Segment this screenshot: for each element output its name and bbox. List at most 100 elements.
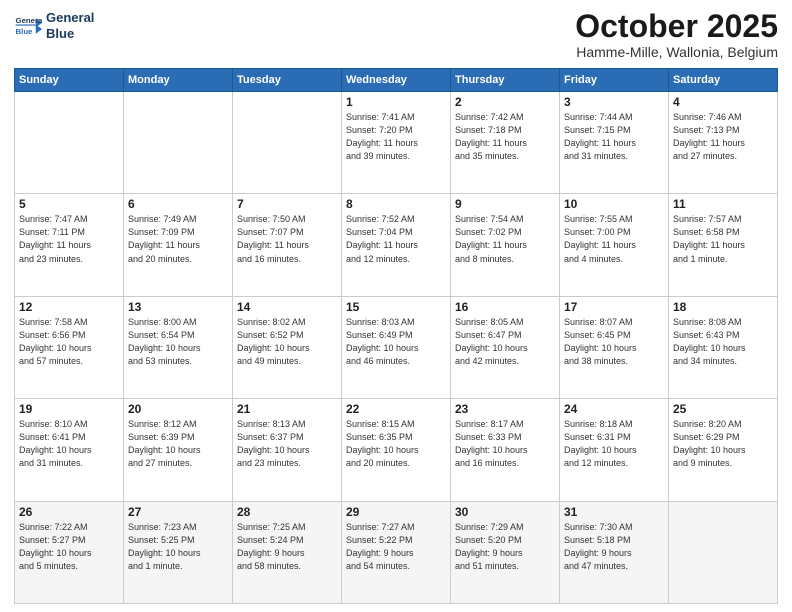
day-info: Sunrise: 7:50 AM Sunset: 7:07 PM Dayligh… — [237, 213, 337, 265]
calendar-cell — [669, 501, 778, 603]
day-info: Sunrise: 7:47 AM Sunset: 7:11 PM Dayligh… — [19, 213, 119, 265]
day-number: 4 — [673, 95, 773, 109]
calendar-cell: 4 Sunrise: 7:46 AM Sunset: 7:13 PM Daylig… — [669, 92, 778, 194]
day-number: 31 — [564, 505, 664, 519]
calendar-cell: 18 Sunrise: 8:08 AM Sunset: 6:43 PM Dayli… — [669, 296, 778, 398]
day-number: 6 — [128, 197, 228, 211]
calendar-cell: 29 Sunrise: 7:27 AM Sunset: 5:22 PM Dayli… — [342, 501, 451, 603]
day-info: Sunrise: 7:46 AM Sunset: 7:13 PM Dayligh… — [673, 111, 773, 163]
location-subtitle: Hamme-Mille, Wallonia, Belgium — [575, 44, 778, 60]
day-info: Sunrise: 8:12 AM Sunset: 6:39 PM Dayligh… — [128, 418, 228, 470]
day-number: 18 — [673, 300, 773, 314]
day-info: Sunrise: 7:49 AM Sunset: 7:09 PM Dayligh… — [128, 213, 228, 265]
month-title: October 2025 — [575, 10, 778, 42]
day-number: 5 — [19, 197, 119, 211]
calendar-cell — [124, 92, 233, 194]
day-info: Sunrise: 7:55 AM Sunset: 7:00 PM Dayligh… — [564, 213, 664, 265]
day-info: Sunrise: 8:00 AM Sunset: 6:54 PM Dayligh… — [128, 316, 228, 368]
logo-icon: General Blue — [14, 12, 42, 40]
day-number: 30 — [455, 505, 555, 519]
col-header-sunday: Sunday — [15, 69, 124, 92]
day-info: Sunrise: 7:27 AM Sunset: 5:22 PM Dayligh… — [346, 521, 446, 573]
calendar-cell: 27 Sunrise: 7:23 AM Sunset: 5:25 PM Dayli… — [124, 501, 233, 603]
day-info: Sunrise: 8:03 AM Sunset: 6:49 PM Dayligh… — [346, 316, 446, 368]
calendar-cell — [233, 92, 342, 194]
day-number: 28 — [237, 505, 337, 519]
col-header-monday: Monday — [124, 69, 233, 92]
day-info: Sunrise: 7:54 AM Sunset: 7:02 PM Dayligh… — [455, 213, 555, 265]
day-info: Sunrise: 8:08 AM Sunset: 6:43 PM Dayligh… — [673, 316, 773, 368]
calendar-cell: 17 Sunrise: 8:07 AM Sunset: 6:45 PM Dayli… — [560, 296, 669, 398]
calendar-table: SundayMondayTuesdayWednesdayThursdayFrid… — [14, 68, 778, 604]
calendar-cell: 31 Sunrise: 7:30 AM Sunset: 5:18 PM Dayli… — [560, 501, 669, 603]
day-info: Sunrise: 8:13 AM Sunset: 6:37 PM Dayligh… — [237, 418, 337, 470]
day-number: 1 — [346, 95, 446, 109]
day-number: 24 — [564, 402, 664, 416]
calendar-cell: 21Sunrise: 8:13 AM Sunset: 6:37 PM Dayli… — [233, 399, 342, 501]
calendar-cell: 20Sunrise: 8:12 AM Sunset: 6:39 PM Dayli… — [124, 399, 233, 501]
day-number: 25 — [673, 402, 773, 416]
day-info: Sunrise: 8:02 AM Sunset: 6:52 PM Dayligh… — [237, 316, 337, 368]
day-info: Sunrise: 8:05 AM Sunset: 6:47 PM Dayligh… — [455, 316, 555, 368]
day-info: Sunrise: 7:22 AM Sunset: 5:27 PM Dayligh… — [19, 521, 119, 573]
day-number: 10 — [564, 197, 664, 211]
logo-line2: Blue — [46, 26, 94, 42]
day-info: Sunrise: 8:15 AM Sunset: 6:35 PM Dayligh… — [346, 418, 446, 470]
col-header-tuesday: Tuesday — [233, 69, 342, 92]
calendar-week-5: 26 Sunrise: 7:22 AM Sunset: 5:27 PM Dayli… — [15, 501, 778, 603]
day-number: 22 — [346, 402, 446, 416]
day-info: Sunrise: 8:20 AM Sunset: 6:29 PM Dayligh… — [673, 418, 773, 470]
day-info: Sunrise: 7:57 AM Sunset: 6:58 PM Dayligh… — [673, 213, 773, 265]
calendar-cell: 28 Sunrise: 7:25 AM Sunset: 5:24 PM Dayli… — [233, 501, 342, 603]
calendar-cell: 24 Sunrise: 8:18 AM Sunset: 6:31 PM Dayli… — [560, 399, 669, 501]
day-info: Sunrise: 7:52 AM Sunset: 7:04 PM Dayligh… — [346, 213, 446, 265]
day-info: Sunrise: 7:25 AM Sunset: 5:24 PM Dayligh… — [237, 521, 337, 573]
day-info: Sunrise: 7:44 AM Sunset: 7:15 PM Dayligh… — [564, 111, 664, 163]
calendar-cell: 11Sunrise: 7:57 AM Sunset: 6:58 PM Dayli… — [669, 194, 778, 296]
calendar-cell: 6 Sunrise: 7:49 AM Sunset: 7:09 PM Daylig… — [124, 194, 233, 296]
col-header-thursday: Thursday — [451, 69, 560, 92]
day-number: 9 — [455, 197, 555, 211]
svg-text:Blue: Blue — [16, 26, 34, 35]
calendar-cell — [15, 92, 124, 194]
calendar-cell: 19Sunrise: 8:10 AM Sunset: 6:41 PM Dayli… — [15, 399, 124, 501]
calendar-cell: 1 Sunrise: 7:41 AM Sunset: 7:20 PM Daylig… — [342, 92, 451, 194]
svg-text:General: General — [16, 15, 42, 24]
logo-text: General Blue — [46, 10, 94, 41]
day-number: 19 — [19, 402, 119, 416]
calendar-cell: 8Sunrise: 7:52 AM Sunset: 7:04 PM Daylig… — [342, 194, 451, 296]
day-number: 7 — [237, 197, 337, 211]
page-container: General Blue General Blue October 2025 H… — [0, 0, 792, 612]
col-header-wednesday: Wednesday — [342, 69, 451, 92]
calendar-cell: 15Sunrise: 8:03 AM Sunset: 6:49 PM Dayli… — [342, 296, 451, 398]
day-number: 23 — [455, 402, 555, 416]
calendar-week-4: 19Sunrise: 8:10 AM Sunset: 6:41 PM Dayli… — [15, 399, 778, 501]
day-info: Sunrise: 7:23 AM Sunset: 5:25 PM Dayligh… — [128, 521, 228, 573]
calendar-cell: 16Sunrise: 8:05 AM Sunset: 6:47 PM Dayli… — [451, 296, 560, 398]
calendar-cell: 25 Sunrise: 8:20 AM Sunset: 6:29 PM Dayli… — [669, 399, 778, 501]
day-info: Sunrise: 8:18 AM Sunset: 6:31 PM Dayligh… — [564, 418, 664, 470]
calendar-cell: 26 Sunrise: 7:22 AM Sunset: 5:27 PM Dayli… — [15, 501, 124, 603]
day-number: 26 — [19, 505, 119, 519]
day-number: 3 — [564, 95, 664, 109]
day-number: 2 — [455, 95, 555, 109]
calendar-cell: 13 Sunrise: 8:00 AM Sunset: 6:54 PM Dayli… — [124, 296, 233, 398]
day-number: 13 — [128, 300, 228, 314]
calendar-cell: 7 Sunrise: 7:50 AM Sunset: 7:07 PM Daylig… — [233, 194, 342, 296]
calendar-week-3: 12Sunrise: 7:58 AM Sunset: 6:56 PM Dayli… — [15, 296, 778, 398]
calendar-cell: 22 Sunrise: 8:15 AM Sunset: 6:35 PM Dayli… — [342, 399, 451, 501]
logo-line1: General — [46, 10, 94, 26]
day-number: 27 — [128, 505, 228, 519]
day-info: Sunrise: 8:07 AM Sunset: 6:45 PM Dayligh… — [564, 316, 664, 368]
day-number: 12 — [19, 300, 119, 314]
col-header-friday: Friday — [560, 69, 669, 92]
logo: General Blue General Blue — [14, 10, 94, 41]
day-info: Sunrise: 7:41 AM Sunset: 7:20 PM Dayligh… — [346, 111, 446, 163]
calendar-cell: 23 Sunrise: 8:17 AM Sunset: 6:33 PM Dayli… — [451, 399, 560, 501]
day-info: Sunrise: 8:17 AM Sunset: 6:33 PM Dayligh… — [455, 418, 555, 470]
calendar-cell: 14Sunrise: 8:02 AM Sunset: 6:52 PM Dayli… — [233, 296, 342, 398]
calendar-header-row: SundayMondayTuesdayWednesdayThursdayFrid… — [15, 69, 778, 92]
day-number: 17 — [564, 300, 664, 314]
day-info: Sunrise: 7:30 AM Sunset: 5:18 PM Dayligh… — [564, 521, 664, 573]
day-number: 29 — [346, 505, 446, 519]
